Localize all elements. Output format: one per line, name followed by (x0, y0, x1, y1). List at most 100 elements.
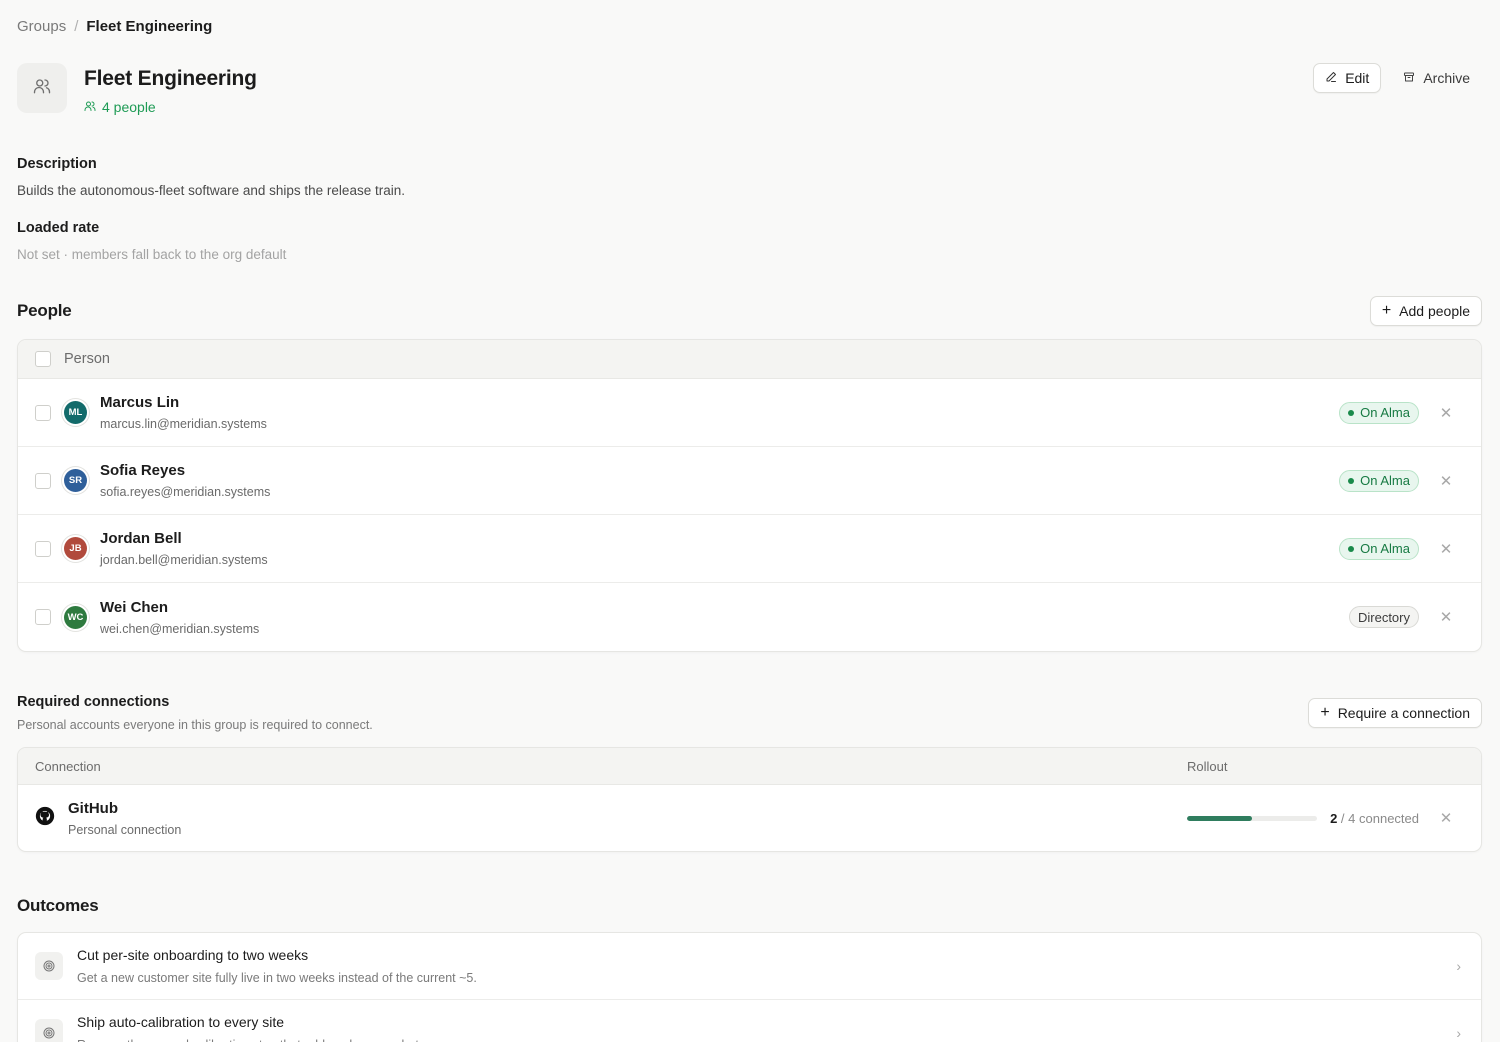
table-row: GitHub Personal connection 2 / 4 connected… (18, 785, 1481, 851)
rollout-progress-fill (1187, 815, 1252, 821)
connection-kind: Personal connection (68, 822, 182, 837)
table-row: SR Sofia Reyes sofia.reyes@meridian.system… (18, 447, 1481, 515)
connection-name: GitHub (68, 799, 118, 817)
outcomes-section-title: Outcomes (17, 896, 99, 915)
status-dot (1348, 545, 1355, 552)
person-email: marcus.lin@meridian.systems (100, 417, 267, 431)
group-avatar (17, 63, 67, 113)
outcome-info: Ship auto-calibration to every site Remov… (77, 1014, 422, 1042)
person-info: Marcus Lin marcus.lin@meridian.systems (100, 394, 267, 431)
plus-icon: + (1320, 704, 1330, 721)
people-table-header: Person (18, 340, 1481, 379)
person-info: Sofia Reyes sofia.reyes@meridian.systems (100, 462, 270, 499)
rollout-count: 2 / 4 connected (1330, 811, 1419, 826)
rollout-progress-bar (1187, 815, 1317, 821)
status-badge: Directory (1348, 606, 1419, 628)
status-label: On Alma (1360, 541, 1410, 556)
row-checkbox[interactable] (35, 472, 51, 489)
outcome-description: Remove the manual calibration step that … (77, 1038, 422, 1042)
outcome-title: Ship auto-calibration to every site (77, 1014, 284, 1030)
rollout-separator: / (1337, 810, 1349, 826)
outcome-item[interactable]: Ship auto-calibration to every site Remov… (18, 1000, 1481, 1042)
page-title: Fleet Engineering (84, 67, 257, 90)
column-person: Person (64, 351, 110, 367)
archive-icon (1403, 70, 1415, 86)
close-icon[interactable]: ✕ (1439, 404, 1453, 422)
select-all-checkbox[interactable] (35, 351, 51, 367)
connections-subtitle: Personal accounts everyone in this group… (17, 718, 373, 732)
outcome-info: Cut per-site onboarding to two weeks Get … (77, 947, 477, 985)
target-icon (35, 1019, 63, 1042)
status-label: On Alma (1360, 473, 1410, 488)
person-name: Wei Chen (100, 598, 169, 616)
connection-info: GitHub Personal connection (68, 800, 181, 837)
person-name: Sofia Reyes (100, 462, 186, 479)
pencil-icon (1325, 70, 1337, 86)
avatar: JB (64, 537, 87, 560)
status-badge: On Alma (1339, 401, 1419, 424)
breadcrumb-groups-link[interactable]: Groups (17, 18, 66, 35)
users-icon (33, 77, 51, 100)
outcome-description: Get a new customer site fully live in tw… (77, 971, 477, 985)
people-count[interactable]: 4 people (84, 99, 257, 115)
header-actions: Edit Archive (1313, 63, 1482, 93)
archive-label: Archive (1423, 70, 1470, 86)
avatar: SR (64, 469, 87, 492)
group-header: Fleet Engineering 4 people (17, 63, 257, 115)
description-label: Description (17, 156, 97, 172)
require-connection-button[interactable]: + Require a connection (1308, 698, 1482, 728)
status-badge: On Alma (1339, 537, 1419, 560)
rollout-total: 4 connected (1348, 810, 1419, 826)
outcomes-list: Cut per-site onboarding to two weeks Get … (17, 932, 1482, 1042)
close-icon[interactable]: ✕ (1439, 809, 1453, 827)
person-email: wei.chen@meridian.systems (100, 621, 260, 636)
people-table: Person ML Marcus Lin marcus.lin@meridian.s… (17, 339, 1482, 652)
outcome-title: Cut per-site onboarding to two weeks (77, 947, 309, 963)
table-row: ML Marcus Lin marcus.lin@meridian.systems O… (18, 379, 1481, 447)
connections-table-header: Connection Rollout (18, 748, 1481, 785)
breadcrumb-separator: / (74, 18, 79, 35)
close-icon[interactable]: ✕ (1439, 472, 1453, 490)
require-connection-label: Require a connection (1337, 705, 1470, 721)
connections-table: Connection Rollout GitHub Personal connec… (17, 747, 1482, 852)
avatar: WC (64, 605, 87, 629)
row-checkbox[interactable] (35, 404, 51, 421)
connections-section-title: Required connections (17, 694, 170, 710)
person-name: Marcus Lin (100, 394, 180, 411)
column-connection: Connection (35, 758, 101, 774)
person-info: Wei Chen wei.chen@meridian.systems (100, 599, 259, 636)
edit-label: Edit (1345, 70, 1370, 86)
status-label: Directory (1357, 609, 1410, 625)
breadcrumb-current: Fleet Engineering (86, 18, 213, 35)
table-row: JB Jordan Bell jordan.bell@meridian.system… (18, 515, 1481, 583)
chevron-right-icon[interactable]: › (1456, 1025, 1461, 1041)
loaded-rate-value: Not set · members fall back to the org d… (17, 247, 287, 262)
row-checkbox[interactable] (35, 609, 51, 625)
description-value: Builds the autonomous-fleet software and… (17, 183, 405, 198)
status-badge: On Alma (1339, 469, 1419, 492)
status-dot (1348, 477, 1355, 484)
person-email: jordan.bell@meridian.systems (100, 553, 268, 567)
outcome-item[interactable]: Cut per-site onboarding to two weeks Get … (18, 933, 1481, 1000)
row-checkbox[interactable] (35, 540, 51, 557)
person-info: Jordan Bell jordan.bell@meridian.systems (100, 530, 268, 567)
column-rollout: Rollout (1187, 758, 1228, 774)
people-section-title: People (17, 301, 72, 320)
edit-button[interactable]: Edit (1313, 63, 1382, 93)
loaded-rate-label: Loaded rate (17, 220, 100, 236)
close-icon[interactable]: ✕ (1439, 540, 1453, 558)
table-row: WC Wei Chen wei.chen@meridian.systems Direc… (18, 583, 1481, 651)
status-label: On Alma (1360, 405, 1410, 420)
people-count-label: 4 people (102, 99, 156, 115)
chevron-right-icon[interactable]: › (1456, 958, 1461, 974)
github-icon (35, 806, 55, 831)
close-icon[interactable]: ✕ (1439, 608, 1453, 626)
users-icon (84, 99, 96, 115)
person-email: sofia.reyes@meridian.systems (100, 485, 271, 499)
breadcrumb: Groups / Fleet Engineering (17, 18, 212, 35)
archive-button[interactable]: Archive (1391, 63, 1482, 93)
person-name: Jordan Bell (100, 530, 182, 547)
add-people-button[interactable]: + Add people (1369, 296, 1482, 326)
plus-icon: + (1381, 302, 1392, 319)
status-dot (1348, 409, 1355, 416)
